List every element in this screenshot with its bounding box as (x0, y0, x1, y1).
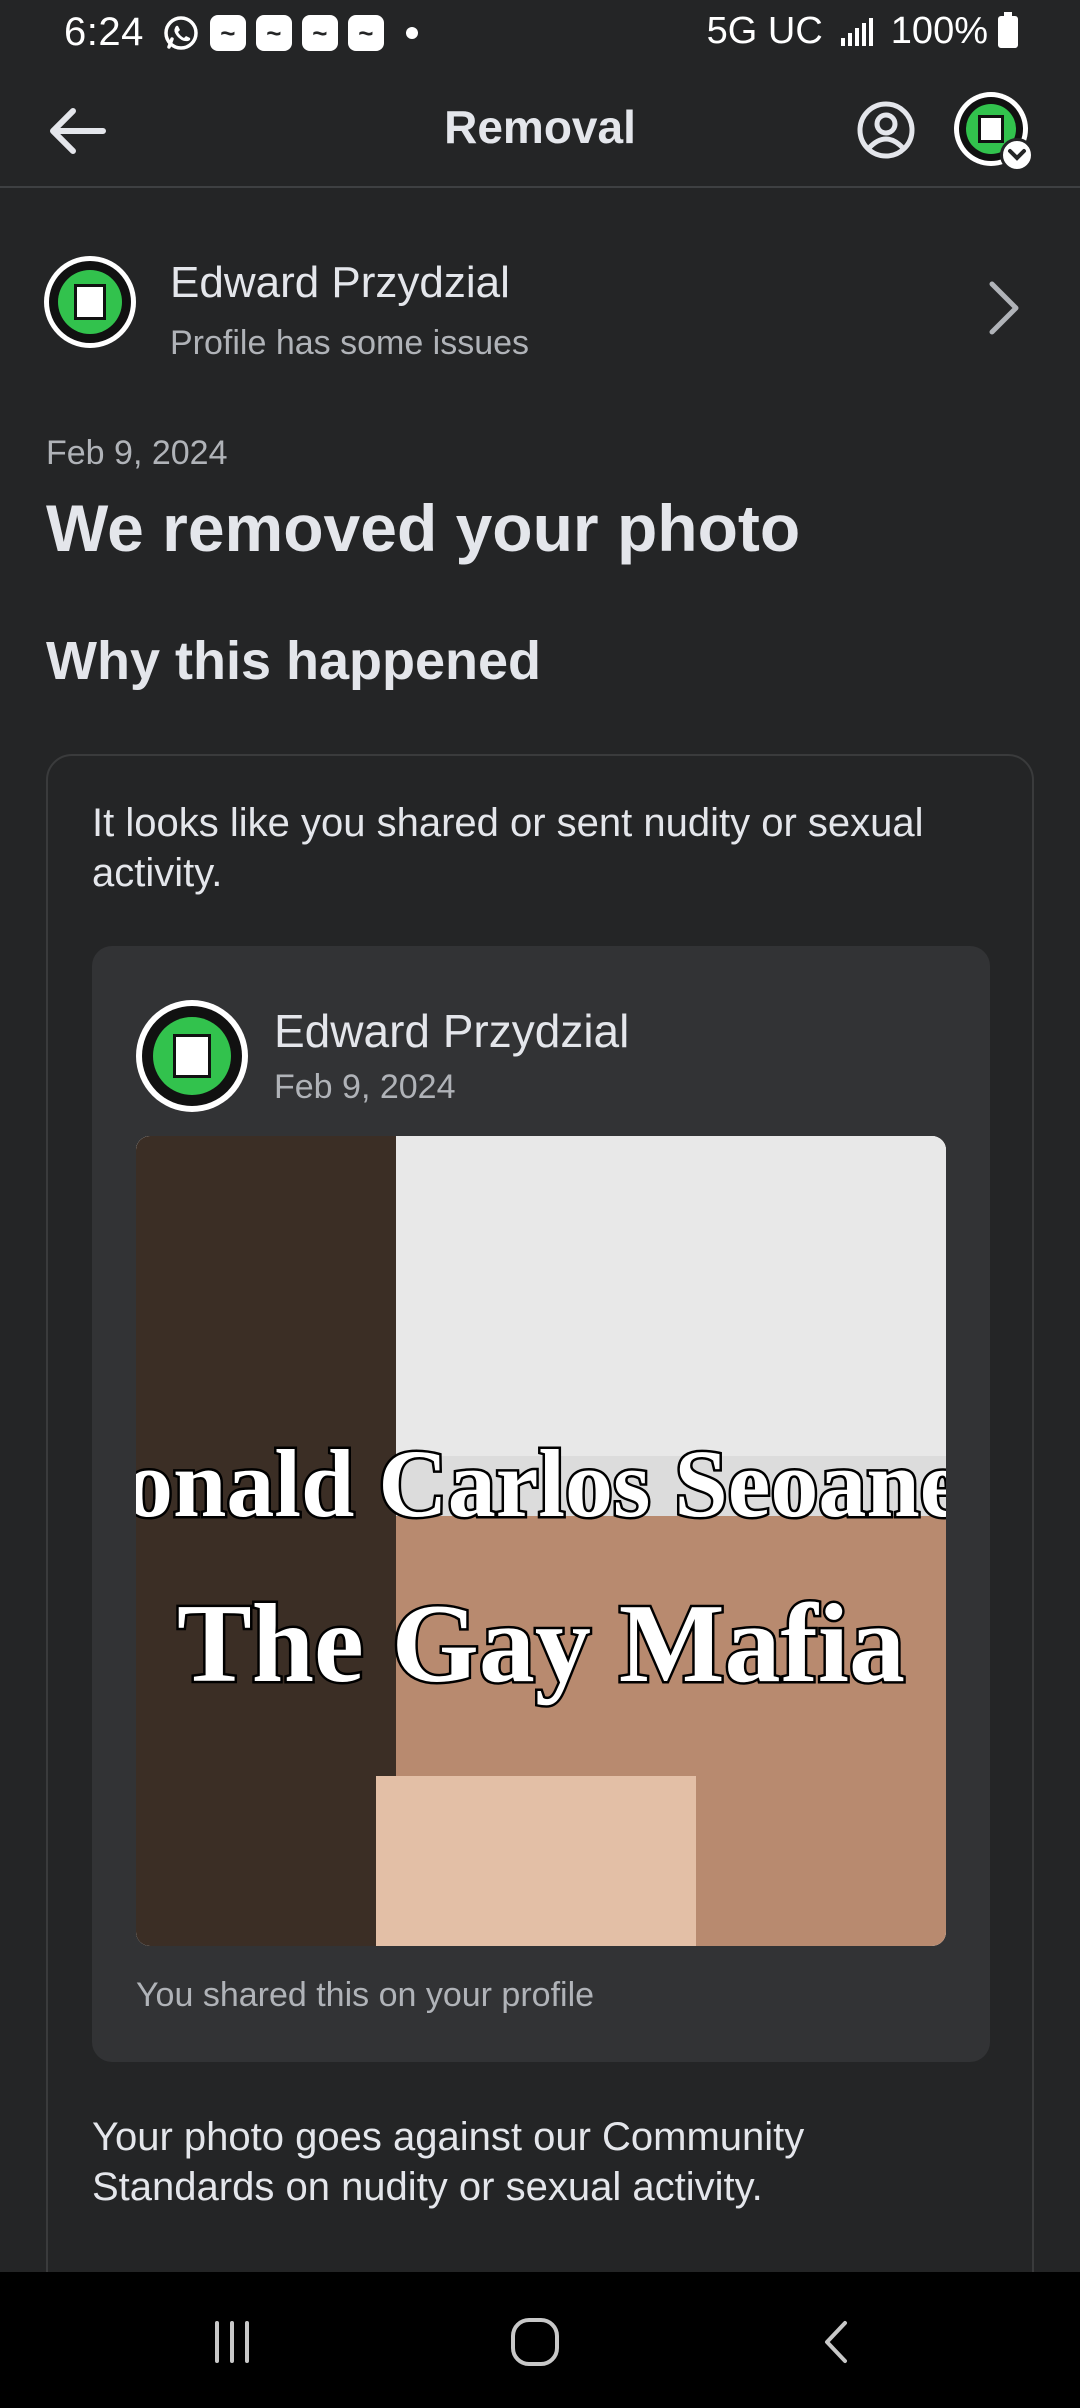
status-bar: 6:24 ~ ~ ~ ~ 5G UC 100% (0, 0, 1080, 70)
account-switcher-button[interactable] (954, 92, 1034, 172)
battery-percent: 100% (890, 10, 988, 52)
profile-button[interactable] (856, 100, 916, 160)
whatsapp-icon (164, 15, 198, 50)
profile-status-row[interactable]: Edward Przydzial Profile has some issues (0, 252, 1080, 382)
reason-text: It looks like you shared or sent nudity … (92, 801, 924, 895)
app-notification-icon: ~ (255, 14, 292, 51)
page-title: Removal (444, 101, 636, 153)
policy-text: Your photo goes against our Community St… (92, 2115, 805, 2209)
status-time: 6:24 (64, 10, 144, 54)
recents-button[interactable] (187, 2302, 277, 2382)
status-bar-left: 6:24 ~ ~ ~ ~ (64, 10, 418, 55)
chevron-right-icon (989, 281, 1019, 335)
removed-photo-placeholder: Donald Carlos Seoane's The Gay Mafia (136, 1136, 946, 1946)
notice-headline: We removed your photo (46, 491, 801, 565)
reason-card: It looks like you shared or sent nudity … (46, 754, 1034, 2408)
photo-text-line2: The Gay Mafia (177, 1582, 905, 1706)
profile-name: Edward Przydzial (170, 258, 510, 307)
network-label: 5G UC (706, 10, 823, 52)
removed-post-card[interactable]: Edward Przydzial Feb 9, 2024 Donald Carl… (92, 946, 990, 2062)
post-date: Feb 9, 2024 (274, 1068, 456, 1106)
nav-back-button[interactable] (793, 2302, 883, 2382)
status-bar-right: 5G UC 100% (707, 10, 1018, 53)
signal-icon (840, 17, 873, 46)
system-nav-bar (0, 2272, 1080, 2408)
profile-status-text: Profile has some issues (170, 324, 530, 362)
notice-date: Feb 9, 2024 (46, 434, 228, 472)
app-notification-icon: ~ (209, 14, 246, 51)
chevron-down-icon (1000, 138, 1034, 172)
battery-icon (998, 11, 1018, 48)
post-caption: You shared this on your profile (136, 1976, 595, 2014)
app-header: Removal (0, 70, 1080, 188)
removal-screen: 6:24 ~ ~ ~ ~ 5G UC 100% Removal Edward P… (0, 0, 1080, 2408)
post-author-name: Edward Przydzial (274, 1005, 630, 1057)
recents-icon (215, 2321, 249, 2363)
avatar (44, 256, 136, 348)
section-title: Why this happened (46, 631, 542, 691)
photo-text-line1: Donald Carlos Seoane's (136, 1430, 946, 1537)
post-author-avatar (136, 1000, 248, 1112)
app-notification-icon: ~ (347, 14, 384, 51)
more-notifications-dot (405, 26, 418, 39)
home-button[interactable] (490, 2302, 580, 2382)
home-icon (511, 2318, 559, 2366)
nav-back-icon (825, 2321, 847, 2363)
account-circle-icon (857, 101, 915, 159)
app-notification-icon: ~ (301, 14, 338, 51)
removed-photo: Donald Carlos Seoane's The Gay Mafia (136, 1136, 946, 1946)
